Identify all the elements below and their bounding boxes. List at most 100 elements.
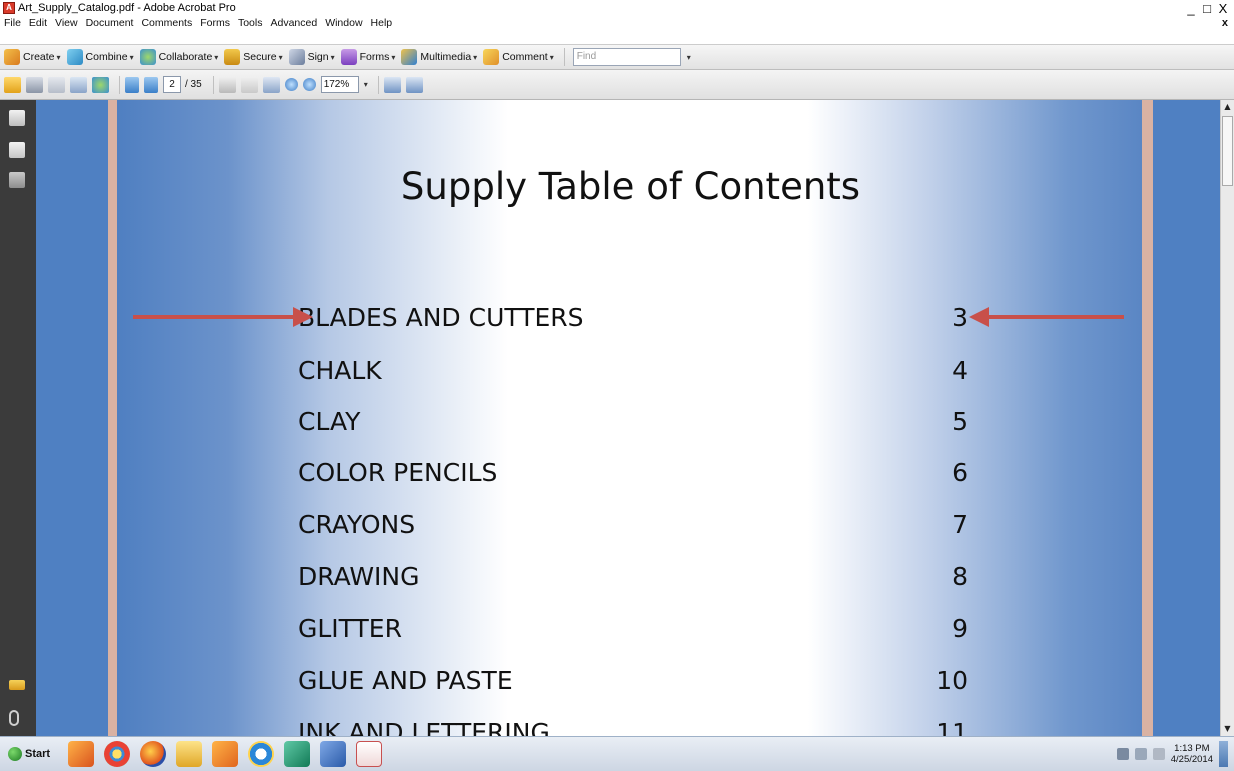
page-number-input[interactable]: 2 [163,76,181,93]
collaborate-icon [139,49,156,65]
outlook-icon[interactable] [68,741,95,767]
toc-row: CRAYONS 7 [298,510,968,550]
menu-tools[interactable]: Tools [238,17,263,29]
select-tool-icon[interactable] [218,76,236,93]
signatures-panel-icon[interactable] [9,172,25,188]
create-label: Create [23,51,55,63]
share-icon[interactable] [92,76,109,93]
chevron-down-icon: ▾ [56,52,61,62]
toc-label: COLOR PENCILS [298,458,498,487]
start-label: Start [25,748,51,760]
publisher-icon[interactable] [284,741,311,767]
window-title: Art_Supply_Catalog.pdf - Adobe Acrobat P… [18,2,236,14]
scroll-up-icon[interactable]: ▲ [1221,100,1234,114]
page-title: Supply Table of Contents [400,165,861,208]
pen-icon [288,49,305,65]
menu-help[interactable]: Help [371,17,393,29]
menu-advanced[interactable]: Advanced [270,17,317,29]
clock-time: 1:13 PM [1174,743,1210,754]
toolbar-divider [377,75,379,94]
scroll-down-icon[interactable]: ▼ [1221,722,1234,736]
bookmarks-panel-icon[interactable] [9,142,25,158]
windows-logo-icon [8,747,22,761]
menu-file[interactable]: File [4,17,21,29]
toc-label: CRAYONS [298,510,416,539]
close-document-button[interactable]: x [1222,17,1228,29]
volume-icon[interactable] [1152,748,1165,760]
menu-document[interactable]: Document [86,17,134,29]
menu-comments[interactable]: Comments [141,17,192,29]
toolbar-divider [119,75,120,94]
secure-button[interactable]: Secure ▾ [224,49,283,65]
menu-forms[interactable]: Forms [200,17,230,29]
menu-bar: File Edit View Document Comments Forms T… [0,16,1234,30]
chevron-down-icon: ▾ [391,52,396,62]
comments-panel-icon[interactable] [9,680,25,690]
create-button[interactable]: Create ▾ [4,49,61,65]
chevron-down-icon: ▾ [278,52,283,62]
menu-window[interactable]: Window [325,17,362,29]
word-icon[interactable] [320,741,347,767]
close-button[interactable]: X [1216,1,1230,16]
acrobat-taskbar-icon[interactable] [356,741,383,767]
combine-label: Combine [85,51,128,63]
collaborate-label: Collaborate [158,51,213,63]
clock[interactable]: 1:13 PM 4/25/2014 [1171,743,1213,765]
menu-view[interactable]: View [55,17,78,29]
multimedia-button[interactable]: Multimedia ▾ [401,49,477,65]
comment-button[interactable]: Comment ▾ [483,49,554,65]
email-icon[interactable] [70,76,87,93]
forms-label: Forms [359,51,390,63]
fit-page-icon[interactable] [383,76,401,93]
toc-page-number: 9 [952,614,968,643]
show-hidden-icons-icon[interactable] [1116,748,1129,760]
system-tray: 1:13 PM 4/25/2014 [1116,741,1228,767]
zoom-level-input[interactable]: 172% [320,76,359,93]
find-input[interactable]: Find [572,48,681,66]
pages-panel-icon[interactable] [9,110,25,126]
combine-button[interactable]: Combine ▾ [66,49,134,65]
vertical-scrollbar[interactable]: ▲ ▼ [1220,100,1234,736]
minimize-button[interactable]: _ [1184,1,1198,16]
toc-row: COLOR PENCILS 6 [298,458,968,498]
chevron-down-icon: ▾ [214,52,219,62]
start-button[interactable]: Start [4,741,54,767]
outlook-contacts-icon[interactable] [212,741,239,767]
navigation-pane [0,100,36,736]
find-options-icon[interactable]: ▾ [687,53,691,62]
collaborate-button[interactable]: Collaborate ▾ [139,49,219,65]
menu-edit[interactable]: Edit [29,17,47,29]
chevron-down-icon: ▾ [473,52,478,62]
file-explorer-icon[interactable] [176,741,203,767]
chevron-down-icon: ▾ [549,52,554,62]
hand-tool-icon[interactable] [240,76,258,93]
sign-button[interactable]: Sign ▾ [288,49,335,65]
toc-row: GLUE AND PASTE 10 [298,666,968,706]
scroll-thumb[interactable] [1222,116,1233,186]
document-view[interactable]: Supply Table of Contents BLADES AND CUTT… [36,100,1220,736]
open-folder-icon[interactable] [4,76,21,93]
chevron-down-icon[interactable]: ▾ [364,80,368,89]
firefox-icon[interactable] [140,741,167,767]
restore-button[interactable]: □ [1200,1,1214,16]
forms-button[interactable]: Forms ▾ [340,49,396,65]
marquee-zoom-icon[interactable] [262,76,280,93]
full-screen-icon[interactable] [405,76,423,93]
attachments-icon[interactable] [9,710,19,726]
title-bar: A Art_Supply_Catalog.pdf - Adobe Acrobat… [0,0,1234,16]
toc-label: GLUE AND PASTE [298,666,513,695]
internet-explorer-icon[interactable] [248,741,275,767]
left-arrow-annotation [969,307,1124,327]
previous-page-icon[interactable] [125,76,139,93]
chrome-icon[interactable] [104,741,131,767]
save-icon[interactable] [48,76,65,93]
network-icon[interactable] [1134,748,1147,760]
zoom-in-icon[interactable] [302,78,316,91]
toc-page-number: 8 [952,562,968,591]
page-total: / 35 [185,79,202,90]
print-icon[interactable] [26,76,43,93]
zoom-out-icon[interactable] [284,78,298,91]
next-page-icon[interactable] [144,76,158,93]
toc-page-number: 3 [952,303,968,332]
show-desktop-button[interactable] [1219,741,1228,767]
